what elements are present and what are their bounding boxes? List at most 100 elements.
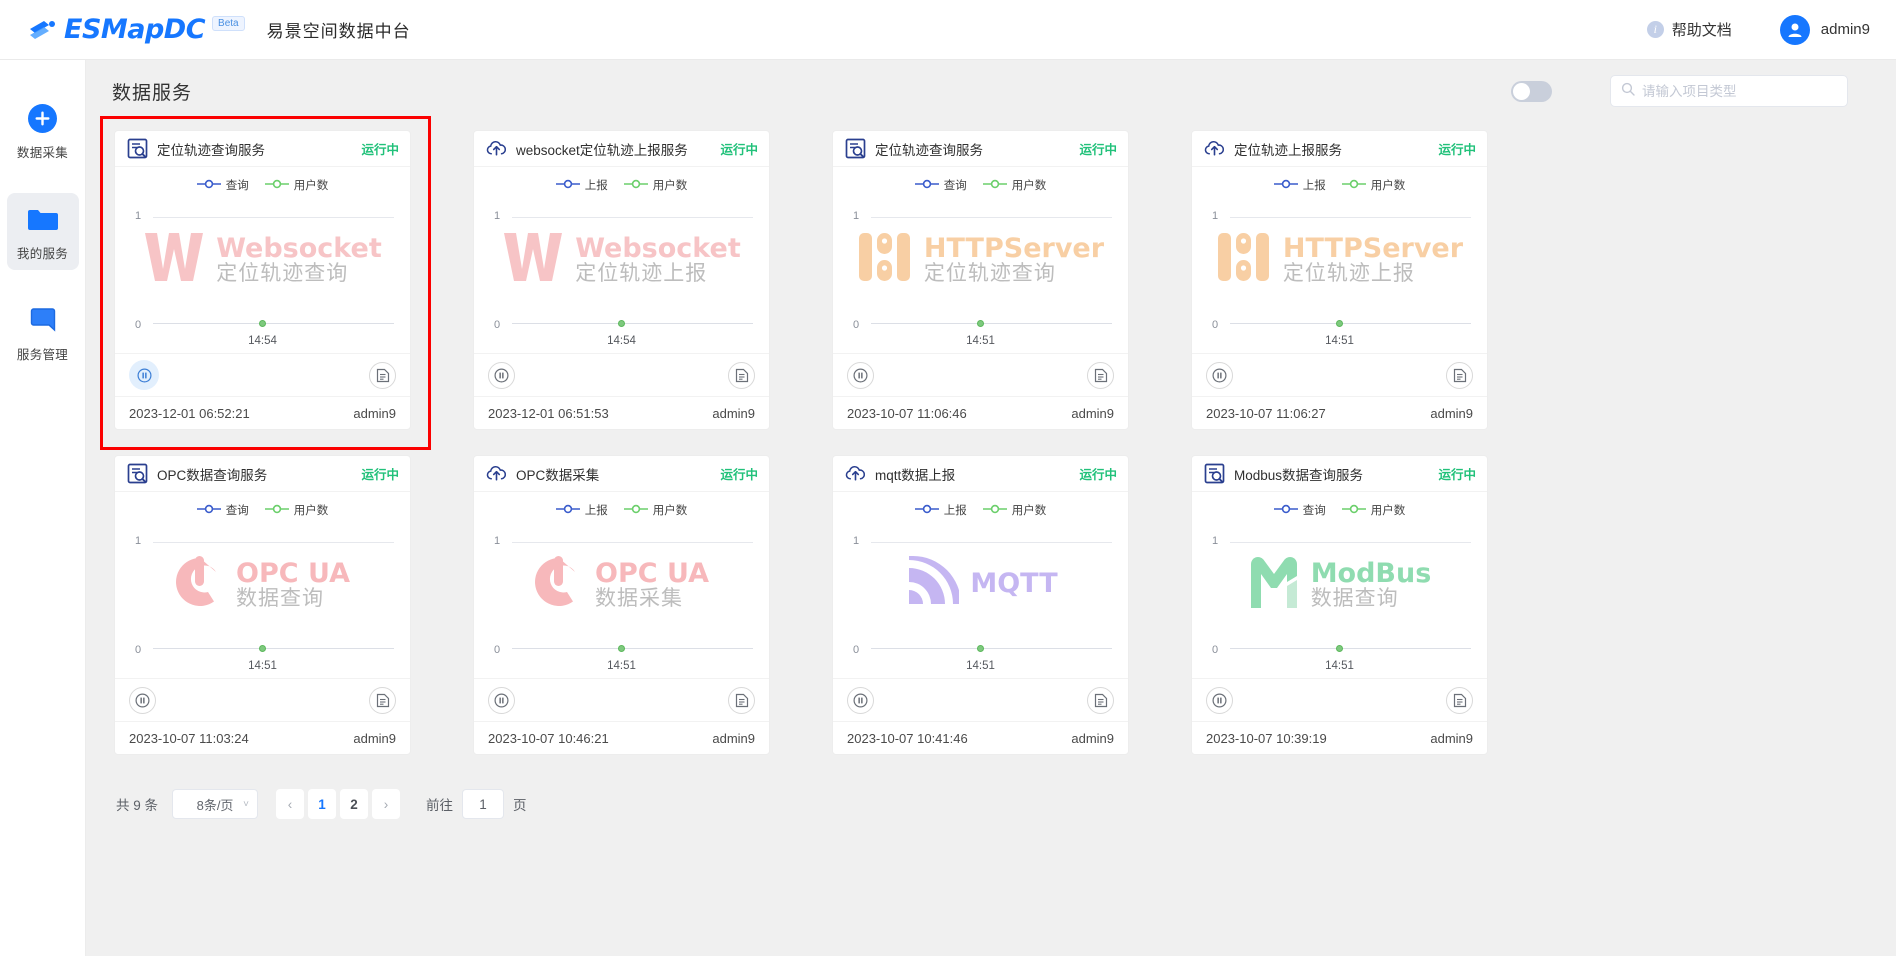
- gridline-top: [153, 542, 394, 544]
- pause-button[interactable]: [1206, 686, 1233, 714]
- card-wrapper: OPC数据查询服务 运行中 查询 用户数 1 0 14:51 OPC UA 数据…: [114, 455, 411, 755]
- cloud-upload-icon: [1204, 138, 1225, 159]
- service-card[interactable]: 定位轨迹查询服务 运行中 查询: [114, 130, 411, 430]
- prev-page-button[interactable]: ‹: [276, 789, 305, 819]
- help-doc-label: 帮助文档: [1671, 22, 1732, 39]
- legend-marker-icon: [196, 504, 221, 517]
- next-page-button[interactable]: ›: [372, 789, 401, 819]
- sidebar-item-service-management[interactable]: 服务管理: [7, 294, 79, 371]
- service-card[interactable]: 定位轨迹查询服务 运行中 查询: [832, 130, 1129, 430]
- pagination-pages: ‹ 1 2 ›: [276, 789, 401, 819]
- sidebar-item-my-services[interactable]: 我的服务: [6, 193, 79, 270]
- pause-button[interactable]: [129, 360, 159, 391]
- chart-legend: 查询 用户数: [1192, 492, 1487, 518]
- card-actions: [1192, 678, 1487, 721]
- data-point: [977, 644, 984, 652]
- card-header: 定位轨迹上报服务 运行中: [1192, 131, 1487, 168]
- data-point: [1336, 644, 1343, 652]
- data-point: [259, 644, 266, 652]
- service-card[interactable]: mqtt数据上报 运行中 上报 用户数 1 0 14:51 MQTT 2023-…: [832, 455, 1129, 755]
- gridline-top: [871, 217, 1112, 219]
- card-owner: admin9: [712, 730, 755, 746]
- filter-toggle-switch[interactable]: [1511, 80, 1552, 102]
- service-card[interactable]: OPC数据采集 运行中 上报 用户数 1 0 14:51 OPC UA 数据采集…: [473, 455, 770, 755]
- y-axis-tick-min: 0: [1212, 644, 1219, 657]
- legend-item: 上报: [555, 177, 608, 193]
- legend-marker-icon: [196, 179, 221, 192]
- goto-page-input[interactable]: [462, 789, 505, 819]
- pause-button[interactable]: [1206, 361, 1233, 389]
- log-document-button[interactable]: [1446, 686, 1473, 714]
- card-actions: [1192, 353, 1487, 396]
- service-card[interactable]: websocket定位轨迹上报服务 运行中 上报 用户数 1 0 14:54 W…: [473, 130, 770, 430]
- legend-label: 用户数: [652, 505, 688, 518]
- card-footer: 2023-10-07 10:46:21 admin9: [474, 721, 769, 754]
- legend-item: 用户数: [982, 502, 1046, 518]
- log-document-button[interactable]: [1087, 686, 1114, 714]
- search-box[interactable]: [1610, 75, 1848, 107]
- x-axis-tick: 14:51: [607, 660, 636, 673]
- legend-marker-icon: [982, 179, 1007, 192]
- query-doc-icon: [127, 138, 148, 159]
- page-button-2[interactable]: 2: [340, 789, 369, 819]
- status-badge: 运行中: [1079, 143, 1117, 158]
- card-chart: 上报 用户数 1 0: [1192, 167, 1487, 353]
- y-axis-tick-max: 1: [494, 210, 501, 223]
- search-icon: [1621, 82, 1635, 101]
- pause-button[interactable]: [847, 361, 874, 389]
- service-card[interactable]: Modbus数据查询服务 运行中 查询 用户数 1 0 14:51 ModBus…: [1191, 455, 1488, 755]
- chart-plot: 1 0 14:51: [845, 203, 1116, 353]
- user-menu[interactable]: admin9: [1779, 14, 1870, 45]
- page-button-1[interactable]: 1: [308, 789, 337, 819]
- legend-marker-icon: [555, 179, 580, 192]
- legend-label: 上报: [584, 505, 608, 518]
- pause-button[interactable]: [488, 686, 515, 714]
- x-axis-tick: 14:51: [1325, 660, 1354, 673]
- card-owner: admin9: [353, 730, 396, 746]
- query-doc-icon: [1204, 463, 1225, 484]
- card-header: websocket定位轨迹上报服务 运行中: [474, 131, 769, 168]
- y-axis-tick-max: 1: [1212, 210, 1219, 223]
- log-document-button[interactable]: [1446, 361, 1473, 389]
- page-size-select[interactable]: 8条/页 ˅: [172, 789, 259, 819]
- page-tools: [1511, 75, 1848, 107]
- card-owner: admin9: [1430, 405, 1473, 421]
- service-card[interactable]: 定位轨迹上报服务 运行中 上报 用户数 1 0 14:51 HTTPServer…: [1191, 130, 1488, 430]
- gridline-top: [1230, 542, 1471, 544]
- log-document-button[interactable]: [728, 361, 755, 389]
- card-header: mqtt数据上报 运行中: [833, 456, 1128, 493]
- log-document-button[interactable]: [369, 361, 396, 389]
- card-actions: [474, 678, 769, 721]
- x-axis-tick: 14:51: [248, 660, 277, 673]
- chevron-down-icon: ˅: [243, 798, 250, 810]
- goto-label: 前往: [426, 798, 454, 813]
- legend-marker-icon: [914, 179, 939, 192]
- legend-item: 查询: [914, 177, 967, 193]
- legend-item: 用户数: [264, 502, 328, 518]
- search-input[interactable]: [1642, 83, 1837, 99]
- legend-item: 查询: [196, 177, 249, 193]
- card-timestamp: 2023-12-01 06:51:53: [488, 405, 609, 421]
- toggle-knob: [1513, 82, 1530, 100]
- legend-item: 上报: [914, 502, 967, 518]
- card-header: OPC数据采集 运行中: [474, 456, 769, 493]
- pause-button[interactable]: [129, 686, 156, 714]
- bookmark-icon: [29, 303, 57, 337]
- help-doc-link[interactable]: i 帮助文档: [1646, 19, 1732, 40]
- legend-item: 查询: [196, 502, 249, 518]
- log-document-button[interactable]: [1087, 361, 1114, 389]
- chart-legend: 查询 用户数: [115, 167, 410, 193]
- goto-unit-label: 页: [513, 798, 527, 813]
- card-title: websocket定位轨迹上报服务: [516, 142, 688, 158]
- x-axis-line: [153, 323, 394, 325]
- log-document-button[interactable]: [369, 686, 396, 714]
- data-point: [618, 319, 625, 327]
- pause-button[interactable]: [488, 361, 515, 389]
- card-title: OPC数据查询服务: [157, 467, 268, 483]
- service-card[interactable]: OPC数据查询服务 运行中 查询 用户数 1 0 14:51 OPC UA 数据…: [114, 455, 411, 755]
- sidebar-item-data-collection[interactable]: 数据采集: [7, 92, 79, 169]
- x-axis-line: [512, 648, 753, 650]
- pause-button[interactable]: [847, 686, 874, 714]
- log-document-button[interactable]: [728, 686, 755, 714]
- legend-item: 用户数: [1341, 502, 1405, 518]
